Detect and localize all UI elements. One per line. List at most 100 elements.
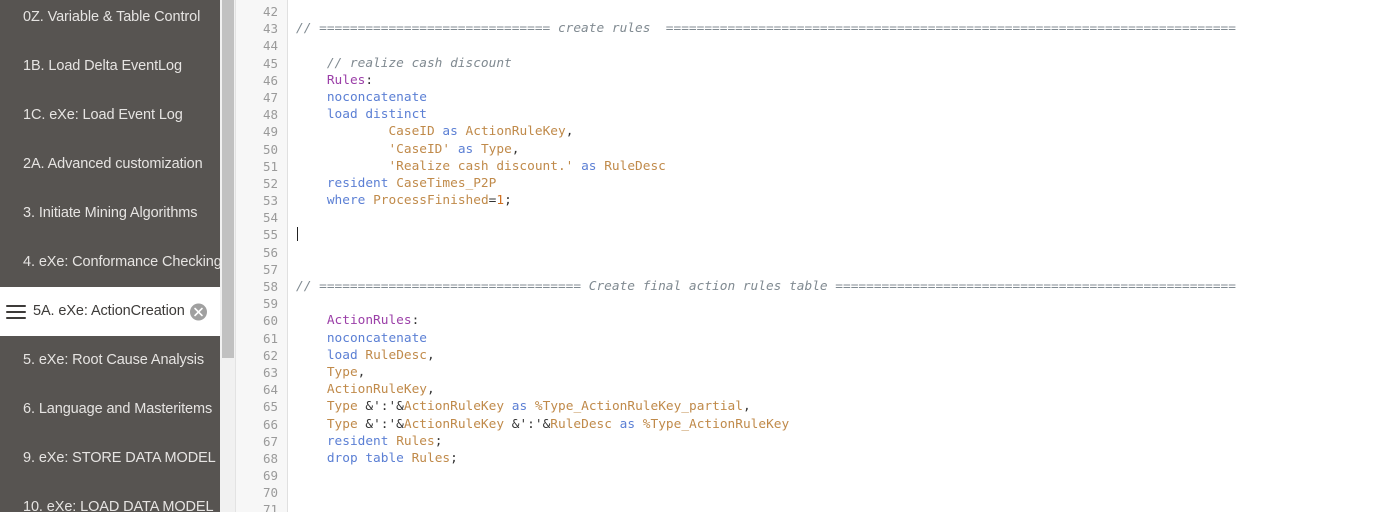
- code-line[interactable]: [296, 467, 1376, 484]
- sidebar-item-7[interactable]: 5. eXe: Root Cause Analysis: [0, 336, 220, 385]
- code-token-pun: ,: [357, 364, 366, 380]
- sidebar-item-6[interactable]: 5A. eXe: ActionCreation: [0, 287, 220, 336]
- line-number: 46: [262, 72, 278, 88]
- code-token-cm: // ============================== create…: [296, 21, 1236, 37]
- code-line[interactable]: [296, 244, 1376, 261]
- code-token-pun: [296, 417, 327, 432]
- code-line[interactable]: [296, 209, 1376, 226]
- line-number: 43: [262, 21, 278, 37]
- code-line[interactable]: Type &':'&ActionRuleKey as %Type_ActionR…: [296, 398, 1376, 415]
- code-token-kw: load distinct: [326, 107, 427, 123]
- line-number: 69: [262, 468, 278, 484]
- code-token-pun: [504, 399, 512, 414]
- code-line[interactable]: load distinct: [296, 106, 1376, 123]
- code-line[interactable]: ActionRules:: [296, 312, 1376, 329]
- code-line[interactable]: Type,: [296, 364, 1376, 381]
- code-editor[interactable]: 42 43 44 45 46 47 48 49 50 51 52 53 54 55 56 57 58 59 60 61…: [236, 0, 1376, 512]
- script-section-sidebar[interactable]: 0Z. Variable & Table Control 1B. Load Del…: [0, 0, 220, 512]
- line-number: 59: [262, 296, 278, 312]
- code-line[interactable]: [296, 226, 1376, 243]
- code-token-pun: ;: [450, 450, 458, 466]
- code-line[interactable]: [296, 501, 1376, 512]
- script-editor-window: 0Z. Variable & Table Control 1B. Load Del…: [0, 0, 1376, 512]
- sidebar-scrollbar-track[interactable]: [220, 0, 236, 512]
- text-cursor: [297, 227, 298, 242]
- code-line[interactable]: where ProcessFinished=1;: [296, 192, 1376, 209]
- line-number-gutter: 42 43 44 45 46 47 48 49 50 51 52 53 54 55 56 57 58 59 60 61…: [236, 0, 288, 512]
- code-token-pun: [458, 124, 466, 139]
- line-number: 48: [262, 107, 278, 123]
- code-line[interactable]: [296, 484, 1376, 501]
- code-token-fld: ActionRuleKey: [403, 416, 505, 432]
- code-line[interactable]: // ================================== Cr…: [296, 278, 1376, 295]
- code-line[interactable]: noconcatenate: [296, 330, 1376, 347]
- line-number: 68: [262, 450, 278, 466]
- sidebar-item-label: 5A. eXe: ActionCreation: [33, 303, 185, 320]
- line-number: 47: [262, 89, 278, 105]
- sidebar-item-9[interactable]: 9. eXe: STORE DATA MODEL: [0, 434, 220, 483]
- line-number: 60: [262, 313, 278, 329]
- code-line[interactable]: // realize cash discount: [296, 55, 1376, 72]
- sidebar-scrollbar-thumb[interactable]: [222, 0, 234, 358]
- code-line[interactable]: [296, 261, 1376, 278]
- code-token-pun: &':'&: [504, 416, 551, 432]
- line-number: 54: [262, 210, 278, 226]
- code-token-pun: ;: [434, 433, 443, 449]
- code-line[interactable]: [296, 295, 1376, 312]
- line-number: 56: [262, 244, 278, 260]
- sidebar-item-4[interactable]: 3. Initiate Mining Algorithms: [0, 189, 220, 238]
- line-number: 45: [262, 55, 278, 71]
- code-token-kw: resident: [326, 433, 389, 449]
- code-line[interactable]: Rules:: [296, 72, 1376, 89]
- code-line[interactable]: load RuleDesc,: [296, 347, 1376, 364]
- sidebar-item-1[interactable]: 1B. Load Delta EventLog: [0, 42, 220, 91]
- line-number: 50: [262, 141, 278, 157]
- code-token-fld: ActionRuleKey: [465, 124, 566, 140]
- code-token-pun: [296, 382, 327, 397]
- close-circle-icon[interactable]: [190, 303, 207, 320]
- line-number: 44: [262, 38, 278, 54]
- code-line[interactable]: [296, 3, 1376, 20]
- code-token-kw: load: [326, 347, 358, 363]
- code-token-pun: [296, 434, 327, 449]
- code-line[interactable]: drop table Rules;: [296, 450, 1376, 467]
- code-line[interactable]: noconcatenate: [296, 89, 1376, 106]
- line-number: 65: [262, 399, 278, 415]
- code-token-num: 1: [496, 193, 505, 209]
- sidebar-item-10[interactable]: 10. eXe: LOAD DATA MODEL: [0, 483, 220, 512]
- code-line[interactable]: ActionRuleKey,: [296, 381, 1376, 398]
- code-line[interactable]: resident CaseTimes_P2P: [296, 175, 1376, 192]
- code-token-fld: %Type_ActionRuleKey_partial: [534, 399, 743, 415]
- sidebar-item-0[interactable]: 0Z. Variable & Table Control: [0, 0, 220, 42]
- code-token-pun: [296, 159, 388, 174]
- line-number: 63: [262, 364, 278, 380]
- code-token-pun: [296, 176, 327, 191]
- code-token-tbl: ActionRules: [326, 313, 412, 329]
- sidebar-item-8[interactable]: 6. Language and Masteritems: [0, 385, 220, 434]
- line-number: 51: [262, 158, 278, 174]
- code-content-area[interactable]: // ============================== create…: [288, 0, 1376, 512]
- code-line[interactable]: 'CaseID' as Type,: [296, 141, 1376, 158]
- sidebar-item-2[interactable]: 1C. eXe: Load Event Log: [0, 91, 220, 140]
- code-token-as: as: [619, 416, 636, 432]
- sidebar-item-label: 3. Initiate Mining Algorithms: [23, 205, 198, 222]
- code-line[interactable]: Type &':'&ActionRuleKey &':'&RuleDesc as…: [296, 416, 1376, 433]
- sidebar-item-label: 5. eXe: Root Cause Analysis: [23, 352, 205, 369]
- code-line[interactable]: // ============================== create…: [296, 20, 1376, 37]
- code-line[interactable]: [296, 37, 1376, 54]
- line-number: 70: [262, 485, 278, 501]
- code-line[interactable]: resident Rules;: [296, 433, 1376, 450]
- code-line[interactable]: CaseID as ActionRuleKey,: [296, 123, 1376, 140]
- code-token-fld: Rules: [411, 450, 451, 466]
- code-line[interactable]: 'Realize cash discount.' as RuleDesc: [296, 158, 1376, 175]
- line-number: 66: [262, 416, 278, 432]
- code-token-kw: where: [326, 193, 366, 209]
- code-token-fld: ProcessFinished: [373, 193, 489, 209]
- code-token-cm: // realize cash discount: [296, 55, 512, 71]
- sidebar-item-5[interactable]: 4. eXe: Conformance Checking: [0, 238, 220, 287]
- hamburger-drag-icon[interactable]: [6, 304, 26, 319]
- code-token-pun: [296, 331, 327, 346]
- code-token-pun: [450, 142, 458, 157]
- sidebar-item-3[interactable]: 2A. Advanced customization: [0, 140, 220, 189]
- code-token-pun: [296, 107, 327, 122]
